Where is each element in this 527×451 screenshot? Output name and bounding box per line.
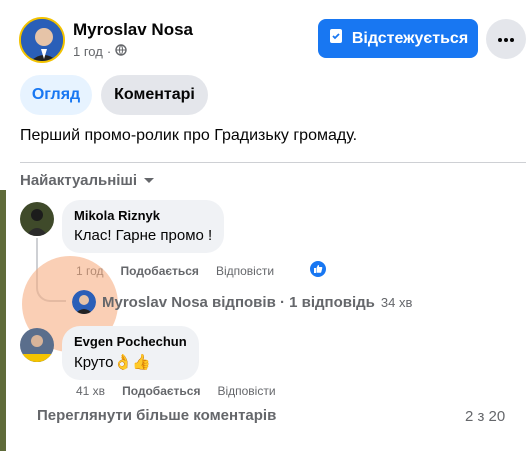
like-icon[interactable]	[309, 260, 327, 278]
comment-count: 2 з 20	[465, 408, 506, 425]
reply-button[interactable]: Відповісти	[217, 384, 275, 398]
divider	[20, 162, 526, 163]
like-button[interactable]: Подобається	[121, 264, 199, 278]
comment-text: Круто👌👍	[74, 354, 151, 371]
sort-label: Найактуальніші	[20, 172, 138, 189]
like-button[interactable]: Подобається	[122, 384, 200, 398]
view-more-comments-link[interactable]: Переглянути більше коментарів	[37, 407, 276, 424]
comment-author[interactable]: Mikola Riznyk	[74, 208, 212, 223]
reply-time: 34 хв	[380, 294, 413, 310]
post-text: Перший промо-ролик про Градизьку громаду…	[20, 127, 358, 144]
post-meta: 1 год ·	[73, 44, 127, 59]
globe-icon	[115, 44, 127, 59]
comment-time[interactable]: 1 год	[76, 264, 104, 278]
chevron-down-icon	[143, 172, 155, 189]
author-avatar[interactable]	[19, 17, 65, 63]
comment-bubble: Mikola Riznyk Клас! Гарне промо !	[62, 200, 225, 253]
background-edge	[0, 190, 6, 451]
following-label: Відстежується	[351, 29, 469, 47]
reply-avatar	[72, 290, 96, 314]
more-icon	[497, 30, 515, 48]
comment-time[interactable]: 41 хв	[76, 384, 105, 398]
commenter-avatar[interactable]	[20, 328, 54, 362]
comment-actions: 1 год Подобається Відповісти	[76, 264, 274, 278]
tab-comments[interactable]: Коментарі	[101, 75, 208, 115]
comment-author[interactable]: Evgen Pochechun	[74, 334, 187, 349]
tab-overview[interactable]: Огляд	[20, 75, 92, 115]
sort-dropdown[interactable]: Найактуальніші	[20, 172, 155, 189]
bookmark-check-icon	[328, 28, 344, 49]
comment-actions: 41 хв Подобається Відповісти	[76, 384, 276, 398]
reply-summary: Myroslav Nosa відповів · 1 відповідь	[102, 293, 375, 311]
thread-line	[36, 238, 66, 302]
view-replies-link[interactable]: Myroslav Nosa відповів · 1 відповідь 34 …	[72, 290, 412, 314]
post-time[interactable]: 1 год	[73, 44, 103, 59]
following-button[interactable]: Відстежується	[318, 19, 478, 58]
commenter-avatar[interactable]	[20, 202, 54, 236]
more-options-button[interactable]	[486, 19, 526, 59]
reply-button[interactable]: Відповісти	[216, 264, 274, 278]
post-author-name[interactable]: Myroslav Nosa	[73, 20, 193, 40]
comment-bubble: Evgen Pochechun Круто👌👍	[62, 326, 199, 380]
comment-text: Клас! Гарне промо !	[74, 227, 213, 244]
